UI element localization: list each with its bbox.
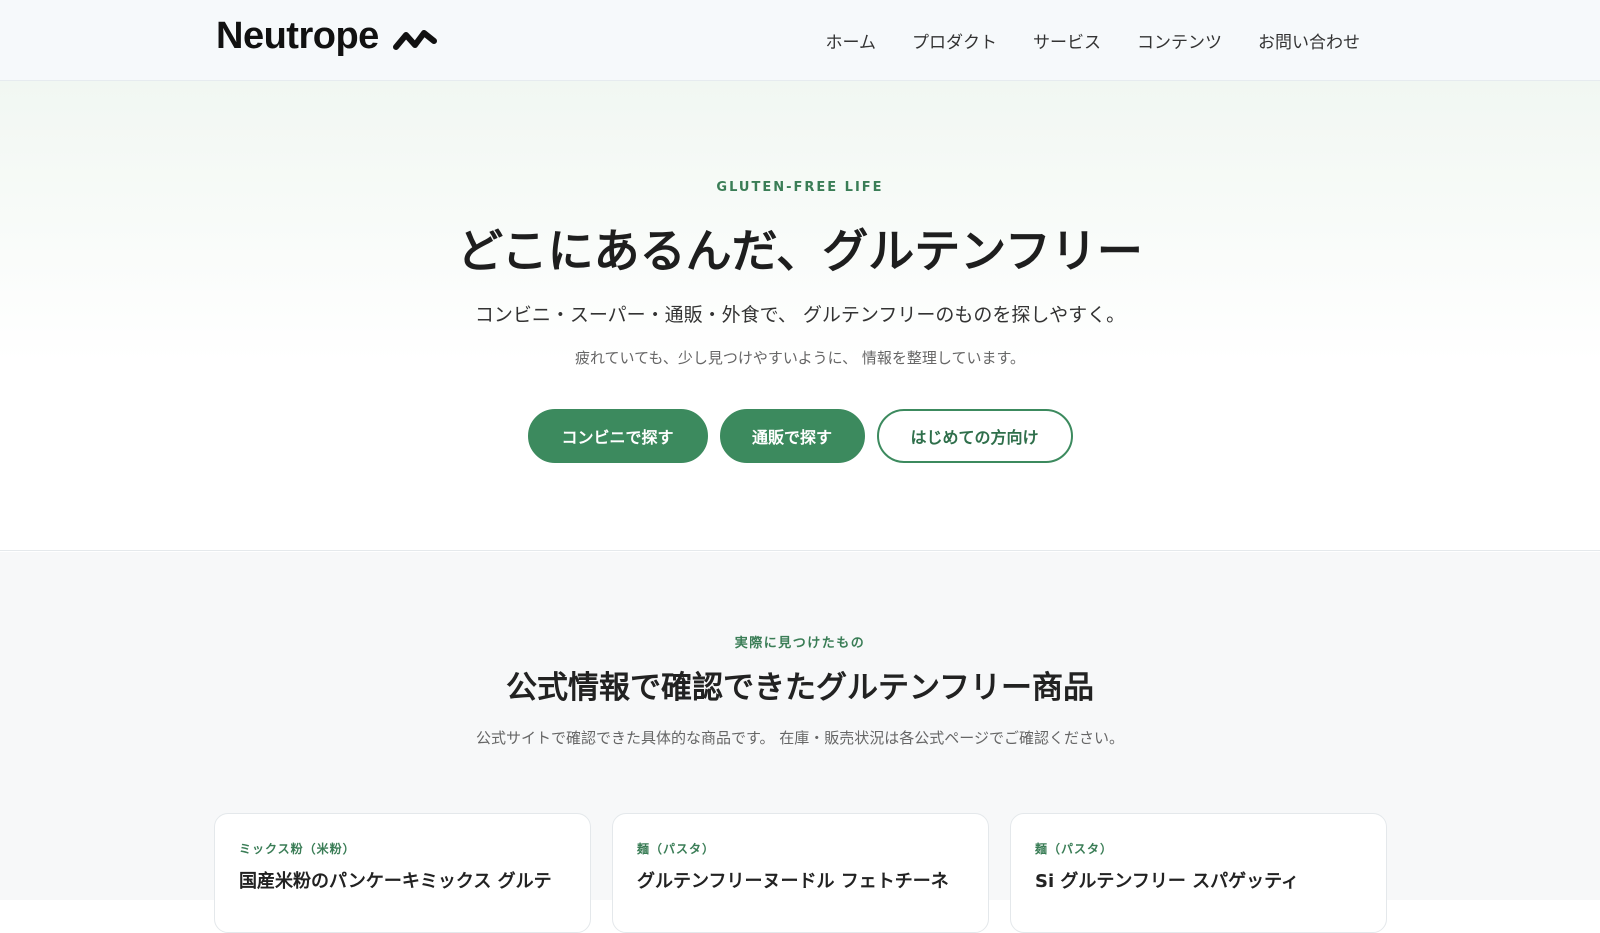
nav-services[interactable]: サービス: [1033, 28, 1101, 53]
nav-contact[interactable]: お問い合わせ: [1258, 28, 1360, 53]
products-eyebrow: 実際に見つけたもの: [734, 636, 866, 651]
product-card-tag: ミックス粉（米粉）: [239, 842, 356, 856]
site-logo[interactable]: Neutrope: [216, 15, 437, 58]
product-card-title: Si グルテンフリー スパゲッティ: [1035, 871, 1300, 892]
logo-wave-icon: [392, 29, 437, 50]
hero-title: どこにあるんだ、グルテンフリー: [457, 224, 1143, 278]
nav-products[interactable]: プロダクト: [912, 28, 997, 53]
nav-contents[interactable]: コンテンツ: [1137, 28, 1222, 53]
product-card-title: 国産米粉のパンケーキミックス グルテ: [239, 871, 552, 892]
product-card[interactable]: ミックス粉（米粉） 国産米粉のパンケーキミックス グルテ: [214, 813, 591, 933]
product-card-tag: 麺（パスタ）: [637, 842, 716, 856]
hero-lead: コンビニ・スーパー・通販・外食で、 グルテンフリーのものを探しやすく。: [474, 304, 1126, 326]
hero-eyebrow: GLUTEN-FREE LIFE: [716, 180, 884, 195]
product-card[interactable]: 麺（パスタ） グルテンフリーヌードル フェトチーネ: [612, 813, 989, 933]
site-header: Neutrope ホーム プロダクト サービス コンテンツ お問い合わせ: [0, 0, 1600, 81]
product-cards: ミックス粉（米粉） 国産米粉のパンケーキミックス グルテ 麺（パスタ） グルテン…: [214, 813, 1387, 933]
search-convenience-button[interactable]: コンビニで探す: [527, 409, 708, 463]
product-card-tag: 麺（パスタ）: [1035, 842, 1114, 856]
products-title: 公式情報で確認できたグルテンフリー商品: [505, 670, 1095, 706]
hero-subtext: 疲れていても、少し見つけやすいように、 情報を整理しています。: [575, 349, 1025, 367]
beginners-button[interactable]: はじめての方向け: [876, 409, 1073, 463]
products-description: 公式サイトで確認できた具体的な商品です。 在庫・販売状況は各公式ページでご確認く…: [476, 729, 1124, 747]
nav-home[interactable]: ホーム: [826, 28, 877, 53]
products-section: 実際に見つけたもの 公式情報で確認できたグルテンフリー商品 公式サイトで確認でき…: [0, 552, 1600, 933]
hero-buttons: コンビニで探す 通販で探す はじめての方向け: [0, 409, 1600, 463]
product-card-title: グルテンフリーヌードル フェトチーネ: [637, 871, 949, 892]
hero-section: GLUTEN-FREE LIFE どこにあるんだ、グルテンフリー コンビニ・スー…: [0, 81, 1600, 551]
main-nav: ホーム プロダクト サービス コンテンツ お問い合わせ: [826, 28, 1361, 53]
logo-text: Neutrope: [216, 15, 379, 57]
search-online-button[interactable]: 通販で探す: [719, 409, 865, 463]
product-card[interactable]: 麺（パスタ） Si グルテンフリー スパゲッティ: [1010, 813, 1387, 933]
